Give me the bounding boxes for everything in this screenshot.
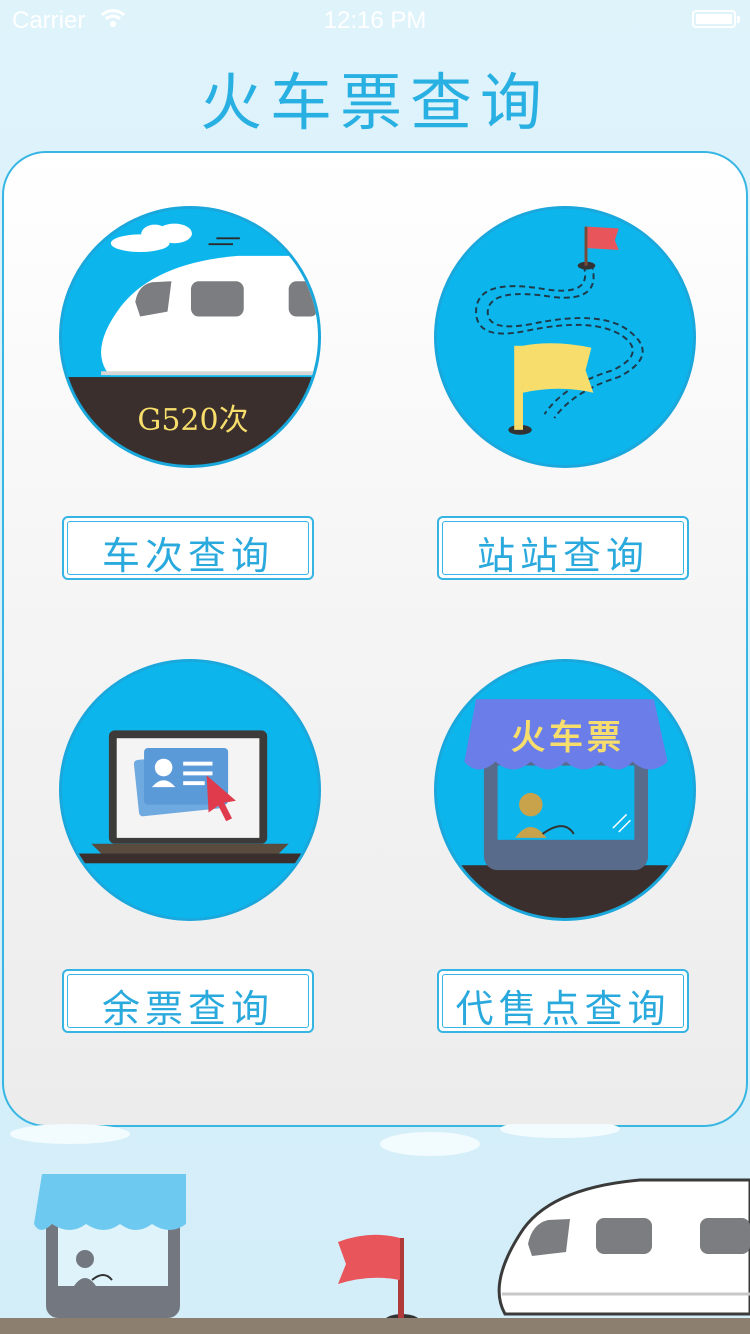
high-speed-train-icon[interactable]: G520次 [59,206,321,468]
page-title: 火车票查询 [199,66,550,139]
train-number-query-label: 车次查询 [101,534,274,578]
agency-outlet-query-button[interactable]: 代售点查询 [437,969,689,1033]
station-to-station-query-button[interactable]: 站站查询 [437,516,689,580]
ticket-booth-icon[interactable]: 火车票 [434,659,696,921]
agency-outlet-query-label: 代售点查询 [455,987,671,1031]
status-bar: Carrier 12:16 PM [0,0,750,40]
laptop-ticket-icon[interactable] [59,659,321,921]
menu-card: G520次 车次查询 站站查询 火车票 余票查询 代售点查询 [2,151,748,1127]
booth-sign: 火车票 [511,718,625,758]
route-flags-icon[interactable] [434,206,696,468]
battery-icon [692,10,740,28]
remaining-tickets-query-button[interactable]: 余票查询 [62,969,314,1033]
train-number-query-button[interactable]: 车次查询 [62,516,314,580]
status-time: 12:16 PM [323,7,427,34]
station-to-station-query-label: 站站查询 [476,534,649,578]
bottom-decorative-scene [0,1124,750,1334]
remaining-tickets-query-label: 余票查询 [101,987,274,1031]
train-number-badge: G520次 [137,403,249,438]
